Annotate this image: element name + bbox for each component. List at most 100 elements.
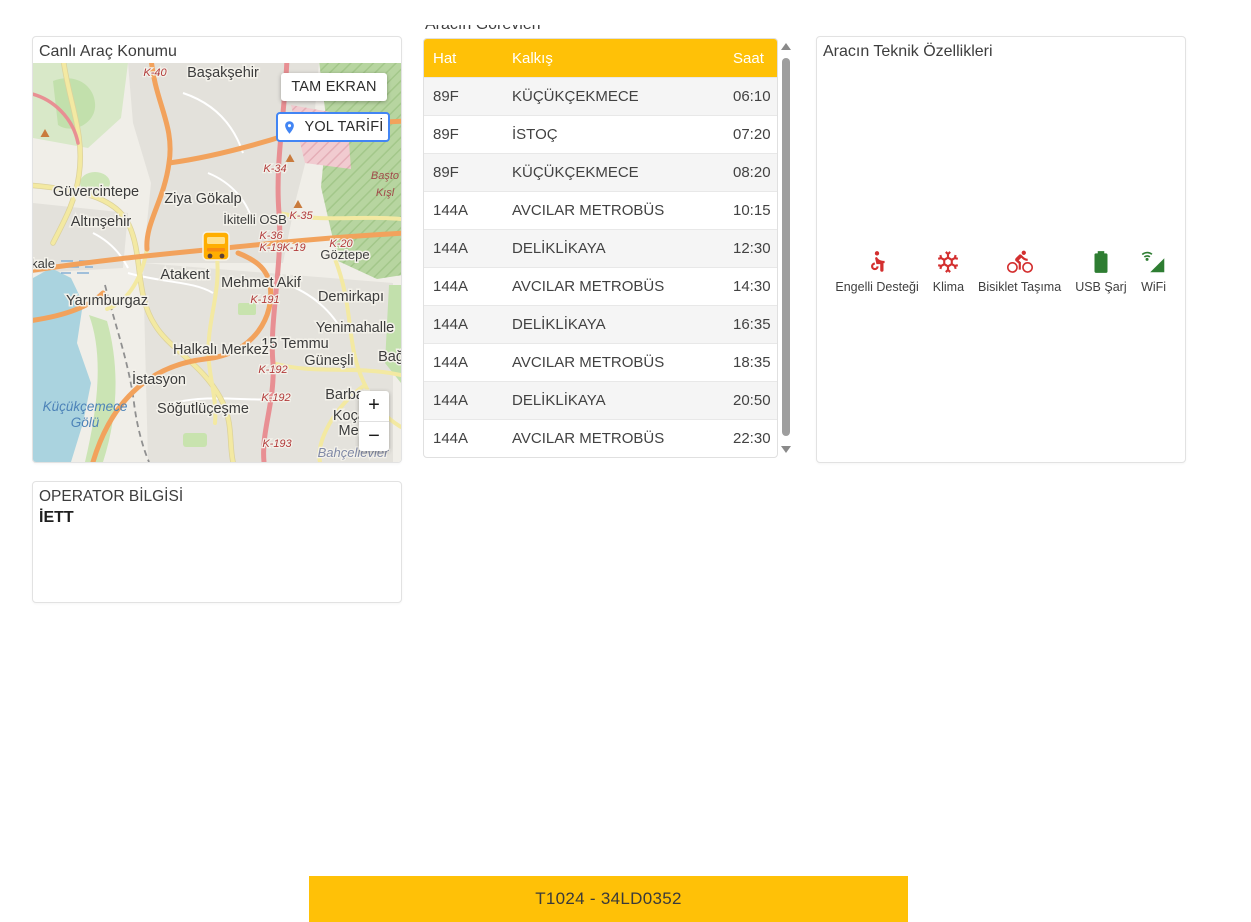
task-departure: KÜÇÜKÇEKMECE xyxy=(503,153,724,192)
task-line: 144A xyxy=(424,305,503,344)
task-row: 144A DELİKLİKAYA 12:30 xyxy=(424,229,777,268)
map-label: Bağ xyxy=(378,349,401,365)
map-label: Demirkapı xyxy=(318,289,384,305)
task-departure: AVCILAR METROBÜS xyxy=(503,419,724,457)
bus-marker-icon[interactable] xyxy=(202,231,230,261)
task-departure: AVCILAR METROBÜS xyxy=(503,267,724,306)
task-time: 06:10 xyxy=(724,77,777,116)
scrollbar[interactable] xyxy=(779,38,793,458)
map-label: İkitelli OSB xyxy=(223,212,287,227)
task-row: 89F KÜÇÜKÇEKMECE 08:20 xyxy=(424,153,777,192)
fullscreen-button[interactable]: TAM EKRAN xyxy=(281,73,387,101)
map-label: 15 Temmu xyxy=(261,336,328,352)
technical-features-panel: Aracın Teknik Özellikleri Engelli Desteğ… xyxy=(816,36,1186,463)
battery-icon xyxy=(1094,251,1108,273)
fullscreen-button-label: TAM EKRAN xyxy=(291,79,377,95)
task-time: 12:30 xyxy=(724,229,777,268)
task-row: 144A DELİKLİKAYA 16:35 xyxy=(424,305,777,344)
tasks-table-card: Hat Kalkış Saat 89F KÜÇÜKÇEKMECE 06:10 89F İ… xyxy=(423,38,778,458)
technical-features-title: Aracın Teknik Özellikleri xyxy=(823,43,993,60)
task-time: 08:20 xyxy=(724,153,777,192)
map[interactable]: Başakşehir K-40 Güvercintepe Ziya Gökalp Alt… xyxy=(33,63,401,462)
map-label: Başakşehir xyxy=(187,65,259,81)
map-label: Altınşehir xyxy=(71,214,132,230)
scrollbar-thumb[interactable] xyxy=(782,58,790,436)
task-row: 144A AVCILAR METROBÜS 14:30 xyxy=(424,267,777,306)
map-label: Yenimahalle xyxy=(316,320,394,336)
map-label: Ziya Gökalp xyxy=(164,191,241,207)
task-departure: DELİKLİKAYA xyxy=(503,305,724,344)
task-time: 14:30 xyxy=(724,267,777,306)
bicycle-icon xyxy=(1006,250,1033,273)
task-time: 07:20 xyxy=(724,115,777,154)
task-line: 144A xyxy=(424,419,503,457)
vehicle-plate-label: T1024 - 34LD0352 xyxy=(535,889,682,908)
column-header-departure: Kalkış xyxy=(503,39,724,78)
zoom-in-button[interactable]: + xyxy=(359,391,389,422)
map-label: Mehmet Akif xyxy=(221,275,302,291)
feature-label: Engelli Desteği xyxy=(835,280,919,294)
map-label: İstasyon xyxy=(132,370,186,388)
directions-button[interactable]: YOL TARİFİ xyxy=(276,112,390,142)
task-time: 16:35 xyxy=(724,305,777,344)
task-line: 89F xyxy=(424,115,503,154)
snowflake-icon xyxy=(938,251,959,273)
task-time: 22:30 xyxy=(724,419,777,457)
map-label: Söğutlüçeşme xyxy=(157,401,249,417)
map-label: Güneşli xyxy=(304,353,353,369)
map-label: Göztepe xyxy=(320,247,369,262)
wheelchair-icon xyxy=(871,251,885,272)
task-departure: DELİKLİKAYA xyxy=(503,229,724,268)
map-label: K-40 xyxy=(143,67,167,79)
operator-name: İETT xyxy=(39,509,74,526)
map-label: K-19 xyxy=(282,242,305,254)
wifi-icon xyxy=(1141,251,1164,273)
task-row: 89F İSTOÇ 07:20 xyxy=(424,115,777,154)
tasks-header-row: Hat Kalkış Saat xyxy=(424,39,777,78)
features-row: Engelli Desteği Klima Bisiklet Taşıma USB Ş… xyxy=(817,249,1185,294)
column-header-time: Saat xyxy=(724,39,777,78)
feature-label: Bisiklet Taşıma xyxy=(978,280,1062,294)
task-line: 144A xyxy=(424,267,503,306)
task-row: 144A AVCILAR METROBÜS 18:35 xyxy=(424,343,777,382)
map-label: K-192 xyxy=(258,364,287,376)
task-row: 89F KÜÇÜKÇEKMECE 06:10 xyxy=(424,77,777,116)
map-label: K-19 xyxy=(259,242,282,254)
task-line: 89F xyxy=(424,153,503,192)
map-label: Halkalı Merkez xyxy=(173,342,269,358)
map-label: K-193 xyxy=(262,438,292,450)
scrollbar-down-arrow[interactable] xyxy=(781,446,791,453)
task-departure: AVCILAR METROBÜS xyxy=(503,343,724,382)
task-line: 144A xyxy=(424,191,503,230)
map-label: Gölü xyxy=(71,415,100,430)
map-label: Küçükçemece xyxy=(43,399,128,414)
task-departure: DELİKLİKAYA xyxy=(503,381,724,420)
map-label: Atakent xyxy=(160,267,209,283)
tasks-scroll-viewport[interactable]: Aracın Görevleri Hat Kalkış Saat 89FKÜÇÜ… xyxy=(423,25,794,458)
feature-wheelchair: Engelli Desteği xyxy=(835,249,919,294)
map-label: kale xyxy=(33,256,55,271)
task-row: 144A AVCILAR METROBÜS 10:15 xyxy=(424,191,777,230)
map-label: Başto xyxy=(371,170,399,182)
vehicle-plate-bar: T1024 - 34LD0352 xyxy=(309,876,908,922)
live-location-title: Canlı Araç Konumu xyxy=(39,43,177,60)
map-label: Yarımburgaz xyxy=(66,293,148,309)
zoom-out-button[interactable]: − xyxy=(359,422,389,452)
task-line: 144A xyxy=(424,229,503,268)
task-line: 144A xyxy=(424,381,503,420)
feature-snowflake: Klima xyxy=(933,249,964,294)
scrollbar-up-arrow[interactable] xyxy=(781,43,791,50)
map-label: K-191 xyxy=(250,294,279,306)
map-label: K-35 xyxy=(289,210,313,222)
task-time: 10:15 xyxy=(724,191,777,230)
map-label: Güvercintepe xyxy=(53,184,139,200)
map-label: Kışl xyxy=(376,187,395,199)
feature-label: Klima xyxy=(932,280,965,294)
live-location-panel: Canlı Araç Konumu Başakşehir K-40 Güverc… xyxy=(32,36,402,463)
map-zoom-control: + − xyxy=(359,391,389,451)
task-time: 20:50 xyxy=(724,381,777,420)
tasks-title: Aracın Görevleri xyxy=(425,25,794,34)
tasks-table-body: 89F KÜÇÜKÇEKMECE 06:10 89F İSTOÇ 07:20 89F KÜÇÜ… xyxy=(424,77,777,457)
map-label: K-192 xyxy=(261,392,290,404)
operator-info-panel: OPERATOR BİLGİSİ İETT xyxy=(32,481,402,603)
